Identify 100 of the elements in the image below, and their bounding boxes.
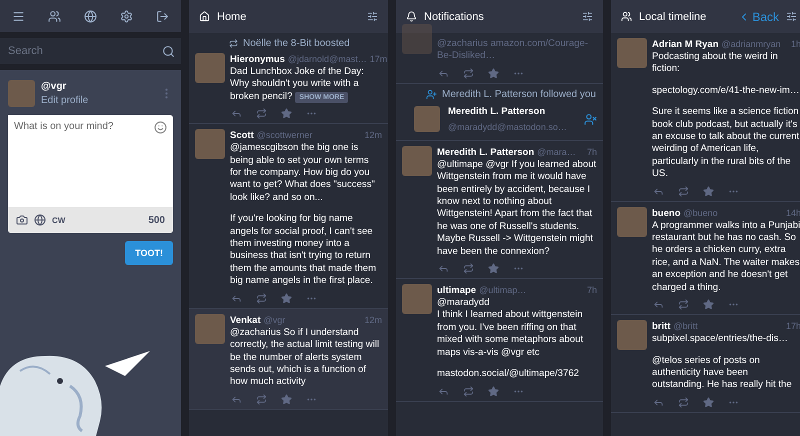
boost-icon[interactable] bbox=[256, 394, 267, 405]
user-handle: @bueno bbox=[684, 206, 718, 219]
avatar[interactable] bbox=[617, 320, 647, 350]
search-icon bbox=[162, 44, 175, 58]
post-time[interactable]: 14h bbox=[786, 208, 800, 218]
reply-icon[interactable] bbox=[231, 108, 242, 120]
cw-button[interactable]: CW bbox=[52, 216, 66, 224]
settings-icon[interactable] bbox=[582, 11, 593, 22]
reply-icon[interactable] bbox=[438, 386, 449, 396]
boost-icon[interactable] bbox=[463, 68, 474, 79]
reply-icon[interactable] bbox=[438, 263, 449, 274]
search-field[interactable]: Search bbox=[0, 38, 181, 64]
bell-icon bbox=[406, 11, 417, 22]
people-icon[interactable] bbox=[48, 10, 61, 22]
star-icon[interactable] bbox=[281, 292, 292, 304]
toot-button[interactable]: TOOT! bbox=[125, 241, 173, 265]
display-name[interactable]: ultimape bbox=[437, 285, 476, 298]
reply-icon[interactable] bbox=[438, 68, 449, 79]
user-handle: @jdarnold@mast… bbox=[288, 53, 367, 65]
star-icon[interactable] bbox=[703, 299, 714, 310]
camera-icon[interactable] bbox=[16, 214, 28, 226]
display-name[interactable]: Adrian M Ryan bbox=[652, 39, 719, 51]
post-time[interactable]: 1h bbox=[790, 39, 800, 49]
user-plus-icon bbox=[426, 88, 437, 100]
post-text: mastodon.social/@ultimape/3762 bbox=[437, 368, 580, 380]
boost-icon[interactable] bbox=[678, 396, 689, 408]
post-time[interactable]: 17m bbox=[370, 54, 388, 64]
post-text: subpixel.space/entries/the-dis… bbox=[652, 333, 789, 346]
boost-icon[interactable] bbox=[256, 108, 267, 120]
user-handle: @adrianmryan bbox=[722, 38, 781, 50]
post-text: If you're looking for big name angels for social proof, I can't see them investing money into a business that isn't trying to return them the amounts that made them big name angels in the first place. bbox=[230, 213, 378, 288]
reply-icon[interactable] bbox=[653, 299, 664, 310]
display-name[interactable]: Meredith L. Patterson bbox=[437, 146, 534, 159]
post-time[interactable]: 12m bbox=[364, 130, 382, 140]
post-text: @zacharius So if I understand correctly, the actual limit testing will be the number of alerts system sends out, which is a function of how much activity bbox=[230, 326, 380, 389]
globe-icon[interactable] bbox=[34, 214, 46, 226]
back-link[interactable]: Back bbox=[738, 10, 779, 24]
star-icon[interactable] bbox=[488, 263, 499, 274]
display-name[interactable]: Hieronymus bbox=[230, 54, 285, 66]
avatar[interactable] bbox=[195, 314, 225, 344]
boost-icon[interactable] bbox=[463, 386, 474, 396]
user-handle: @vgr bbox=[41, 81, 68, 92]
post-time[interactable]: 7h bbox=[586, 146, 597, 157]
display-name[interactable]: Venkat bbox=[230, 314, 261, 327]
post-text: @telos series of posts on authenticity have been outstanding. He has really hit the bbox=[652, 354, 793, 392]
emoji-icon[interactable] bbox=[154, 121, 167, 134]
boost-icon[interactable] bbox=[678, 299, 689, 310]
post-text: @zacharius amazon.com/Courage-Be-Disliked… bbox=[437, 38, 590, 63]
display-name[interactable]: Scott bbox=[230, 130, 254, 142]
reply-icon[interactable] bbox=[231, 394, 242, 405]
compose-box[interactable]: What is on your mind? CW 500 bbox=[8, 115, 173, 233]
avatar[interactable] bbox=[195, 129, 225, 160]
globe-icon[interactable] bbox=[84, 10, 97, 22]
post-text: spectology.com/e/41-the-new-im… bbox=[652, 84, 800, 98]
post-text: @ultimape @vgr If you learned about Wittgenstein from me it would have been entirely by accident, because I know next to nothing about Wittgenstein! Apart from the fact that he was one of Russell's students. Maybe Russell -> Wittgenstein might have been the connexion? bbox=[437, 158, 597, 258]
star-icon[interactable] bbox=[281, 394, 292, 405]
home-icon bbox=[199, 11, 210, 22]
people-icon bbox=[621, 11, 632, 22]
star-icon[interactable] bbox=[703, 186, 714, 197]
user-handle: @maradydd@mastodon.so… bbox=[448, 120, 567, 133]
user-handle: @scottwerner bbox=[256, 129, 312, 142]
avatar[interactable] bbox=[414, 106, 440, 132]
post-text: Podcasting about the weird in fiction: bbox=[652, 51, 779, 76]
reply-icon[interactable] bbox=[653, 186, 664, 197]
post-text: @maradydd I think I learned about wittgenstein from you. I've been riffing on that mixed with some metaphors about maps vis-a-vis @vgr etc bbox=[437, 297, 584, 360]
star-icon[interactable] bbox=[488, 386, 499, 396]
user-handle: @mara… bbox=[537, 146, 576, 158]
edit-profile-link[interactable]: Edit profile bbox=[41, 95, 154, 106]
post-time[interactable]: 7h bbox=[586, 285, 597, 296]
avatar[interactable] bbox=[617, 206, 647, 237]
avatar[interactable] bbox=[402, 284, 432, 314]
unfollow-icon[interactable] bbox=[584, 112, 597, 126]
settings-icon[interactable] bbox=[786, 11, 797, 22]
boost-icon[interactable] bbox=[256, 292, 267, 304]
settings-icon[interactable] bbox=[367, 11, 378, 22]
menu-icon[interactable] bbox=[12, 10, 25, 22]
user-handle: @ultimap… bbox=[479, 284, 526, 296]
post-time[interactable]: 17h bbox=[786, 321, 800, 332]
post-text: Sure it seems like a science fiction book club podcast, but actually it's an excuse to talk about the current weirding of American life, particularly in the rural bits of the US. bbox=[652, 106, 800, 181]
settings-icon[interactable] bbox=[120, 10, 134, 22]
boost-icon[interactable] bbox=[463, 263, 474, 274]
star-icon[interactable] bbox=[488, 68, 499, 79]
user-handle: @britt bbox=[673, 320, 698, 332]
reply-icon[interactable] bbox=[231, 292, 242, 304]
boost-icon[interactable] bbox=[678, 186, 689, 197]
logout-icon[interactable] bbox=[156, 10, 170, 22]
column-title: Local timeline bbox=[639, 10, 706, 22]
boost-icon bbox=[229, 39, 238, 48]
display-name[interactable]: bueno bbox=[652, 208, 680, 220]
search-input[interactable]: Search bbox=[6, 44, 162, 58]
star-icon[interactable] bbox=[281, 108, 292, 120]
boost-text: Noëlle the 8-Bit boosted bbox=[243, 38, 350, 49]
post-text: A programmer walks into a Punjabi restaurant but he has no cash. So he orders a chicken curry, extra rice, and a NaN. The waiter makes an exception and he doesn't get charged a thing. bbox=[652, 220, 800, 294]
star-icon[interactable] bbox=[703, 396, 714, 408]
post-text: @jamescgibson the big one is being able to set your own terms for the company. How big do you want to get? What does "success" look like? and so on... bbox=[230, 142, 376, 204]
avatar[interactable] bbox=[402, 146, 432, 176]
display-name[interactable]: Meredith L. Patterson bbox=[448, 106, 546, 118]
display-name[interactable]: britt bbox=[652, 321, 670, 334]
reply-icon[interactable] bbox=[653, 396, 664, 408]
post-time[interactable]: 12m bbox=[364, 314, 382, 325]
